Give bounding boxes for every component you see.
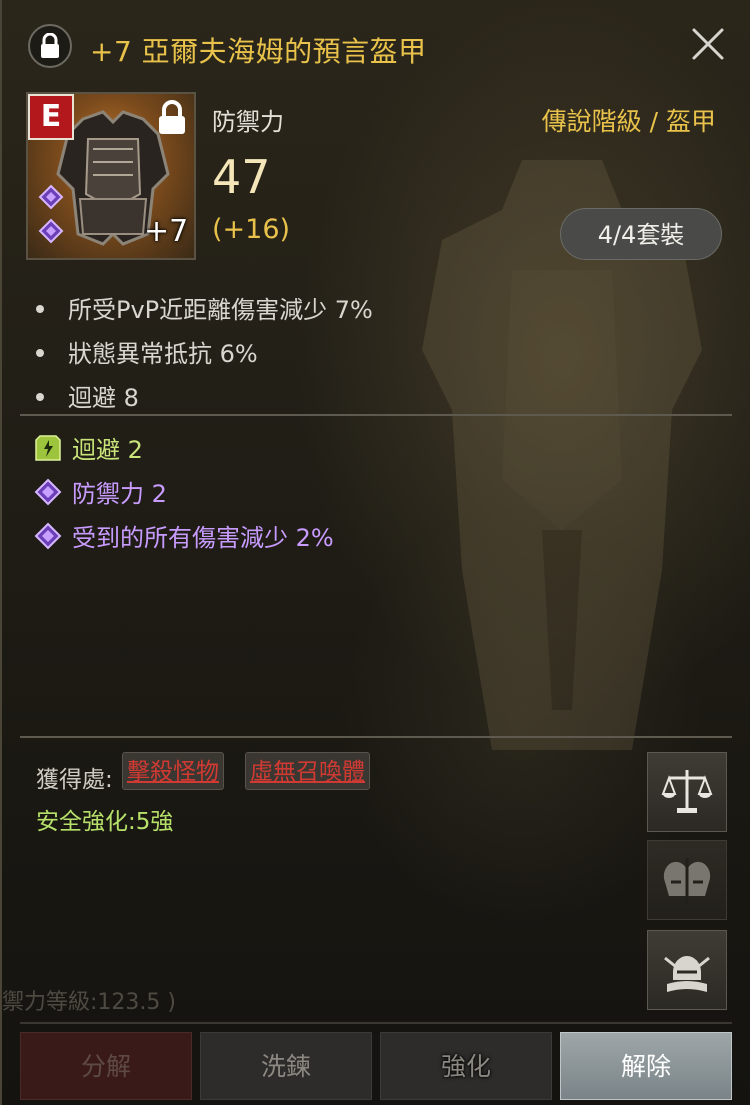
faded-background-text: 禦力等級:123.5 ) — [2, 990, 176, 1015]
option-text: 狀態異常抵抗 6% — [68, 340, 258, 368]
green-rune-icon — [35, 435, 61, 461]
bonus-option-line: 迴避 2 — [34, 430, 143, 465]
bullet-icon — [36, 393, 44, 401]
item-title: +7 亞爾夫海姆的預言盔甲 — [90, 35, 427, 68]
bonus-option-text: 受到的所有傷害減少 2% — [72, 524, 334, 552]
option-text: 所受PvP近距離傷害減少 7% — [68, 296, 373, 324]
option-line: 所受PvP近距離傷害減少 7% — [36, 290, 373, 325]
unequip-button[interactable]: 解除 — [560, 1032, 732, 1100]
socket-gem-icon — [38, 218, 64, 244]
source-tag-void-summon[interactable]: 虛無召喚體 — [245, 752, 370, 790]
tooltip-header: +7 亞爾夫海姆的預言盔甲 — [2, 0, 750, 88]
bonus-option-text: 防禦力 2 — [72, 480, 167, 508]
socket-gem-icon — [38, 184, 64, 210]
disassemble-button[interactable]: 分解 — [20, 1032, 192, 1100]
bullet-icon — [36, 349, 44, 357]
close-icon — [692, 28, 724, 60]
refine-button[interactable]: 洗鍊 — [200, 1032, 372, 1100]
set-bonus-button[interactable]: 4/4套裝 — [560, 208, 722, 260]
safe-enhance-info: 安全強化:5強 — [36, 809, 174, 835]
compare-button[interactable] — [647, 840, 727, 920]
divider — [20, 736, 732, 738]
stat-value: 47 — [212, 150, 271, 204]
grade-badge: E — [28, 94, 74, 140]
option-text: 迴避 8 — [68, 384, 139, 412]
option-line: 狀態異常抵抗 6% — [36, 334, 258, 369]
action-bar-divider — [20, 1022, 732, 1024]
trade-button[interactable] — [647, 752, 727, 832]
item-lock-icon — [159, 100, 185, 134]
enhance-level: +7 — [144, 214, 189, 249]
close-button[interactable] — [688, 24, 728, 64]
source-label: 獲得處: — [36, 767, 113, 793]
codex-button[interactable] — [647, 930, 727, 1010]
item-tooltip-panel: +7 亞爾夫海姆的預言盔甲 E +7 防禦力 47 (+16) 傳說階級 / 盔… — [0, 0, 750, 1105]
purple-gem-icon — [34, 522, 62, 550]
enhance-button[interactable]: 強化 — [380, 1032, 552, 1100]
scales-icon — [661, 770, 713, 813]
helmet-compare-icon — [663, 858, 711, 904]
option-line: 迴避 8 — [36, 378, 139, 413]
source-tag-monster-kill[interactable]: 擊殺怪物 — [122, 752, 224, 790]
bonus-option-line: 防禦力 2 — [34, 474, 167, 509]
helmet-book-icon — [664, 956, 710, 992]
stat-label: 防禦力 — [212, 108, 284, 136]
bullet-icon — [36, 305, 44, 313]
item-category: 傳說階級 / 盔甲 — [541, 107, 716, 136]
purple-gem-icon — [34, 478, 62, 506]
bonus-option-line: 受到的所有傷害減少 2% — [34, 518, 334, 553]
lock-icon — [41, 33, 59, 58]
bonus-option-text: 迴避 2 — [72, 436, 143, 464]
divider — [20, 414, 732, 416]
stat-bonus: (+16) — [212, 214, 291, 245]
lock-toggle-button[interactable] — [28, 24, 72, 68]
